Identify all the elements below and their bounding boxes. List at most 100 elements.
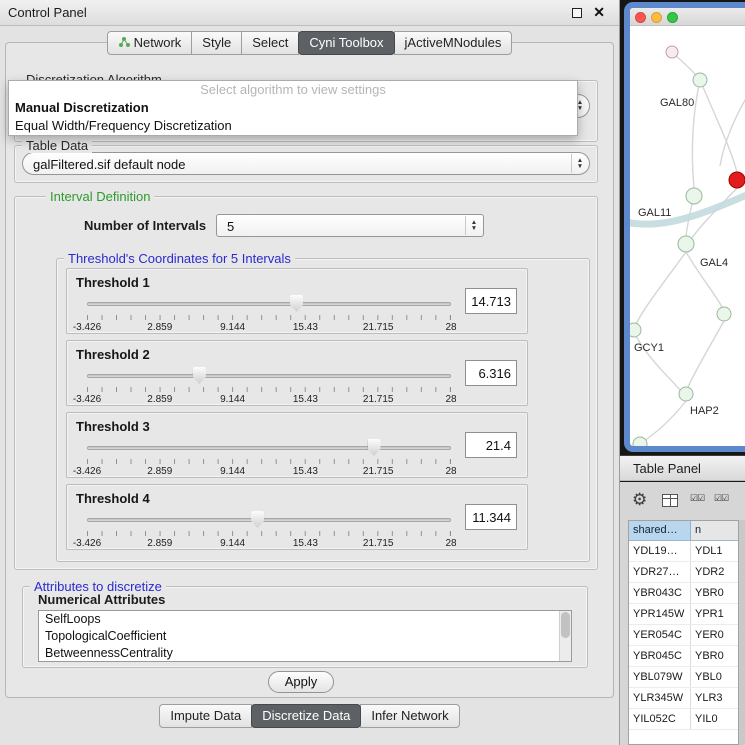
slider-track[interactable] xyxy=(87,302,451,306)
numerical-attributes-list[interactable]: SelfLoops TopologicalCoefficient Between… xyxy=(38,610,572,662)
list-item-topologicalcoefficient[interactable]: TopologicalCoefficient xyxy=(39,628,571,645)
threshold-1-panel: Threshold 1 -3.426 2.859 9.144 15.43 21.… xyxy=(66,268,528,334)
combo-stepper-icon[interactable]: ▲▼ xyxy=(465,216,482,235)
table-row[interactable]: YDL19…YDL1 xyxy=(629,541,738,562)
slider-thumb[interactable] xyxy=(193,367,206,384)
threshold-4-value-field[interactable] xyxy=(465,504,517,530)
dropdown-hint-option[interactable]: Select algorithm to view settings xyxy=(9,81,577,99)
close-icon[interactable]: ✕ xyxy=(593,4,605,21)
network-node[interactable] xyxy=(693,73,707,87)
cell[interactable]: YER0 xyxy=(691,625,738,645)
columns-icon[interactable] xyxy=(662,494,678,507)
tab-infer-network[interactable]: Infer Network xyxy=(360,704,459,728)
cell[interactable]: YLR3 xyxy=(691,688,738,708)
table-scrollbar[interactable] xyxy=(739,520,745,745)
network-node[interactable] xyxy=(679,387,693,401)
threshold-1-value-field[interactable] xyxy=(465,288,517,314)
cell[interactable]: YDL19… xyxy=(629,541,691,561)
tab-style[interactable]: Style xyxy=(191,31,242,55)
tab-discretize-data[interactable]: Discretize Data xyxy=(251,704,361,728)
tick-label: -3.426 xyxy=(73,394,101,405)
tab-network[interactable]: Network xyxy=(107,31,193,55)
table-row[interactable]: YBL079WYBL0 xyxy=(629,667,738,688)
network-node[interactable] xyxy=(686,188,702,204)
network-node[interactable] xyxy=(678,236,694,252)
network-node-selected[interactable] xyxy=(729,172,745,188)
slider-track[interactable] xyxy=(87,446,451,450)
cell[interactable]: YBR0 xyxy=(691,646,738,666)
threshold-1-slider[interactable]: -3.426 2.859 9.144 15.43 21.715 28 xyxy=(87,293,451,333)
threshold-2-value-field[interactable] xyxy=(465,360,517,386)
table-row[interactable]: YLR345WYLR3 xyxy=(629,688,738,709)
slider-thumb[interactable] xyxy=(368,439,381,456)
threshold-3-panel: Threshold 3 -3.426 2.859 9.144 15.43 21.… xyxy=(66,412,528,478)
cell[interactable]: YIL0 xyxy=(691,709,738,729)
minimize-traffic-icon[interactable] xyxy=(651,12,662,23)
cell[interactable]: YIL052C xyxy=(629,709,691,729)
threshold-4-slider[interactable]: -3.426 2.859 9.144 15.43 21.715 28 xyxy=(87,509,451,549)
threshold-2-slider[interactable]: -3.426 2.859 9.144 15.43 21.715 28 xyxy=(87,365,451,405)
tick-label: -3.426 xyxy=(73,322,101,333)
cell[interactable]: YBR0 xyxy=(691,583,738,603)
table-row[interactable]: YDR27…YDR2 xyxy=(629,562,738,583)
table-row[interactable]: YPR145WYPR1 xyxy=(629,604,738,625)
table-data-combo[interactable]: galFiltered.sif default node ▲▼ xyxy=(22,152,590,175)
slider-thumb[interactable] xyxy=(290,295,303,312)
threshold-4-label: Threshold 4 xyxy=(76,491,150,506)
list-item-selfloops[interactable]: SelfLoops xyxy=(39,611,571,628)
panel-title: Control Panel xyxy=(8,5,87,20)
dropdown-option-equal-width-frequency[interactable]: Equal Width/Frequency Discretization xyxy=(9,117,577,135)
dropdown-option-manual-discretization[interactable]: Manual Discretization xyxy=(9,99,577,117)
slider-track[interactable] xyxy=(87,518,451,522)
right-side-panel: GAL80 GAL11 GAL4 GCY1 HAP2 Table Panel ⚙… xyxy=(620,0,745,745)
close-traffic-icon[interactable] xyxy=(635,12,646,23)
cell[interactable]: YPR145W xyxy=(629,604,691,624)
cell[interactable]: YPR1 xyxy=(691,604,738,624)
column-header-name[interactable]: n xyxy=(691,521,738,540)
number-of-intervals-value: 5 xyxy=(227,219,234,234)
slider-track[interactable] xyxy=(87,374,451,378)
column-header-shared-name[interactable]: shared… xyxy=(629,521,691,540)
network-node[interactable] xyxy=(666,46,678,58)
cell[interactable]: YDL1 xyxy=(691,541,738,561)
combo-stepper-icon[interactable]: ▲▼ xyxy=(571,154,588,173)
cell[interactable]: YER054C xyxy=(629,625,691,645)
tab-impute-data[interactable]: Impute Data xyxy=(159,704,252,728)
tab-cyni-toolbox[interactable]: Cyni Toolbox xyxy=(298,31,394,55)
float-window-icon[interactable] xyxy=(572,8,582,18)
table-row[interactable]: YER054CYER0 xyxy=(629,625,738,646)
table-row[interactable]: YBR043CYBR0 xyxy=(629,583,738,604)
cell[interactable]: YDR2 xyxy=(691,562,738,582)
table-row[interactable]: YIL052CYIL0 xyxy=(629,709,738,730)
apply-button[interactable]: Apply xyxy=(268,671,334,693)
gear-icon[interactable]: ⚙ xyxy=(632,491,647,508)
network-node[interactable] xyxy=(630,323,641,337)
cell[interactable]: YLR345W xyxy=(629,688,691,708)
tab-style-label: Style xyxy=(202,35,231,50)
threshold-3-value-field[interactable] xyxy=(465,432,517,458)
hide-checkboxes-icon[interactable]: ☑☑ xyxy=(714,493,728,504)
slider-ticks xyxy=(87,531,451,536)
list-item-betweennesscentrality[interactable]: BetweennessCentrality xyxy=(39,645,571,662)
cell[interactable]: YBR043C xyxy=(629,583,691,603)
tab-impute-data-label: Impute Data xyxy=(170,708,241,723)
cell[interactable]: YBL079W xyxy=(629,667,691,687)
network-node[interactable] xyxy=(717,307,731,321)
table-row[interactable]: YBR045CYBR0 xyxy=(629,646,738,667)
list-scrollbar-thumb[interactable] xyxy=(561,612,570,638)
select-all-checkboxes-icon[interactable]: ☑☑ xyxy=(690,493,704,504)
cell[interactable]: YBR045C xyxy=(629,646,691,666)
table-panel-body: ⚙ ☑☑ ☑☑ shared… n YDL19…YDL1 YDR27…YDR2 … xyxy=(620,482,745,745)
network-view-window: GAL80 GAL11 GAL4 GCY1 HAP2 xyxy=(624,2,745,452)
threshold-3-slider[interactable]: -3.426 2.859 9.144 15.43 21.715 28 xyxy=(87,437,451,477)
network-node[interactable] xyxy=(633,437,647,446)
tab-jactivemnodules[interactable]: jActiveMNodules xyxy=(394,31,513,55)
network-canvas[interactable]: GAL80 GAL11 GAL4 GCY1 HAP2 xyxy=(630,26,745,446)
list-scrollbar[interactable] xyxy=(559,611,571,661)
slider-thumb[interactable] xyxy=(251,511,264,528)
cell[interactable]: YBL0 xyxy=(691,667,738,687)
zoom-traffic-icon[interactable] xyxy=(667,12,678,23)
cell[interactable]: YDR27… xyxy=(629,562,691,582)
number-of-intervals-combo[interactable]: 5 ▲▼ xyxy=(216,214,484,237)
tab-select[interactable]: Select xyxy=(241,31,299,55)
